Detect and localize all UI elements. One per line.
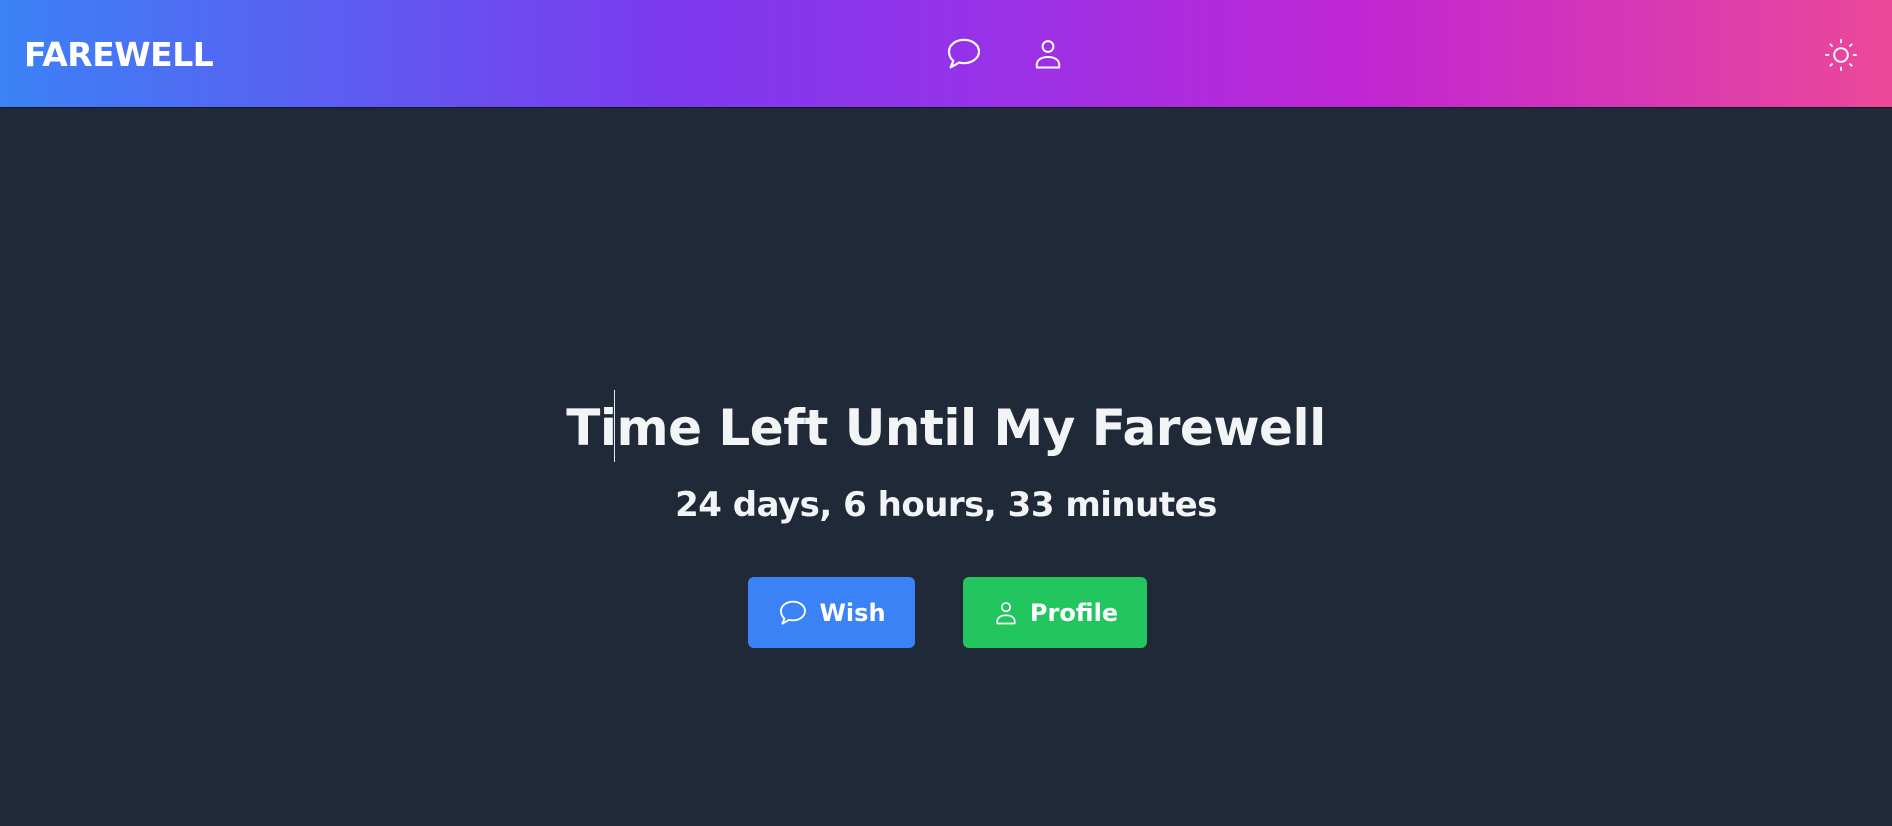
hero-section (0, 108, 1892, 826)
profile-button-label: Profile (1029, 598, 1119, 627)
brand-logo-text[interactable]: FAREWELL (24, 36, 214, 74)
profile-button[interactable]: Profile (963, 577, 1147, 648)
wish-button[interactable]: Wish (748, 577, 915, 648)
sun-icon[interactable] (1822, 36, 1860, 74)
chat-bubble-icon[interactable] (944, 34, 984, 74)
user-icon (996, 601, 1016, 624)
user-icon[interactable] (1030, 36, 1066, 72)
countdown-text: 24 days, 6 hours, 33 minutes (675, 485, 1217, 525)
top-navbar: FAREWELL (0, 0, 1892, 108)
chat-bubble-icon (780, 600, 807, 625)
wish-button-label: Wish (819, 598, 886, 627)
page-title: Time Left Until My Farewell (566, 399, 1326, 457)
